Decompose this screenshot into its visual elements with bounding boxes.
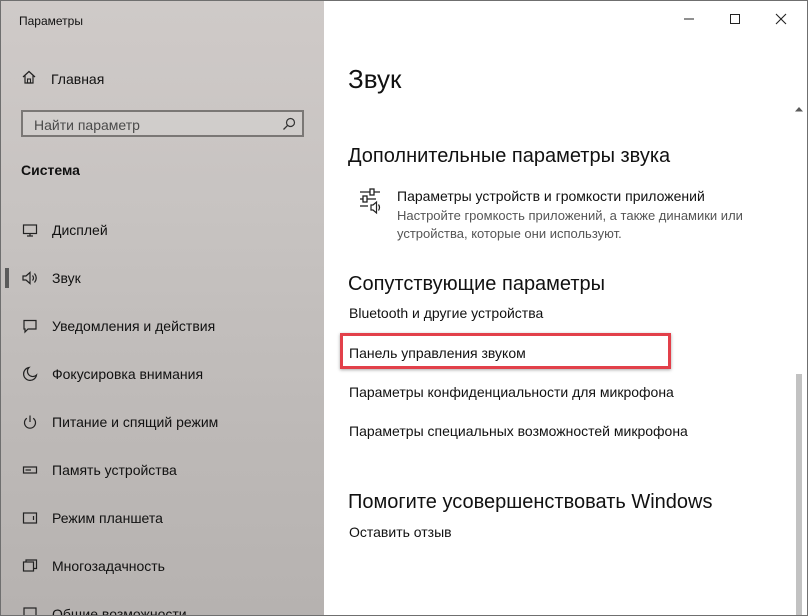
close-button[interactable]	[758, 7, 804, 35]
sidebar-item-sound[interactable]: Звук	[1, 260, 324, 296]
sidebar-item-label: Дисплей	[52, 222, 108, 238]
search-placeholder: Найти параметр	[34, 117, 140, 133]
multitask-icon	[21, 557, 39, 575]
moon-icon	[21, 365, 39, 383]
link-feedback[interactable]: Оставить отзыв	[349, 524, 452, 540]
sidebar-item-label: Фокусировка внимания	[52, 366, 204, 382]
home-icon	[21, 69, 37, 90]
sliders-speaker-icon	[358, 188, 384, 221]
power-icon	[21, 413, 39, 431]
chevron-up-icon	[795, 99, 803, 117]
link-microphone-accessibility[interactable]: Параметры специальных возможностей микро…	[349, 423, 688, 439]
sidebar-home[interactable]: Главная	[21, 69, 104, 89]
sidebar-home-label: Главная	[51, 71, 105, 87]
sidebar-item-tablet[interactable]: Режим планшета	[1, 500, 324, 536]
app-volume-setting[interactable]: Параметры устройств и громкости приложен…	[358, 186, 778, 246]
settings-window: Параметры Главная Найти параметр Система…	[0, 0, 808, 616]
speaker-icon	[21, 269, 39, 287]
sidebar-item-label: Питание и спящий режим	[52, 414, 219, 430]
maximize-button[interactable]	[712, 7, 758, 35]
minimize-button[interactable]	[666, 7, 712, 35]
sidebar-item-multitasking[interactable]: Многозадачность	[1, 548, 324, 584]
monitor-icon	[21, 221, 39, 239]
scroll-up-button[interactable]	[794, 103, 804, 113]
sidebar-item-label: Звук	[52, 270, 81, 286]
sidebar-item-label: Память устройства	[52, 462, 177, 478]
close-icon	[775, 12, 787, 30]
minimize-icon	[683, 12, 695, 30]
related-settings-heading: Сопутствующие параметры	[348, 273, 606, 295]
main-content: Звук Дополнительные параметры звука Пара…	[324, 1, 807, 615]
highlight-box	[340, 333, 671, 369]
sidebar-item-storage[interactable]: Память устройства	[1, 452, 324, 488]
sidebar-item-notifications[interactable]: Уведомления и действия	[1, 308, 324, 344]
advanced-sound-heading: Дополнительные параметры звука	[348, 145, 671, 167]
sidebar-item-label: Общие возможности	[52, 606, 187, 616]
scrollbar-thumb[interactable]	[796, 374, 802, 615]
search-input[interactable]: Найти параметр	[21, 110, 304, 137]
sidebar-item-label: Многозадачность	[52, 558, 165, 574]
sidebar-item-label: Режим планшета	[52, 510, 163, 526]
app-volume-description: Настройте громкость приложений, а также …	[397, 208, 743, 241]
improve-windows-heading: Помогите усовершенствовать Windows	[348, 491, 713, 513]
tablet-icon	[21, 509, 39, 527]
sidebar-item-shared[interactable]: Общие возможности	[1, 596, 324, 616]
search-icon[interactable]	[281, 116, 297, 137]
sidebar-item-label: Уведомления и действия	[52, 318, 216, 334]
page-title: Звук	[348, 64, 402, 94]
shared-icon	[21, 605, 39, 615]
sidebar-item-focus[interactable]: Фокусировка внимания	[1, 356, 324, 392]
link-bluetooth[interactable]: Bluetooth и другие устройства	[349, 305, 543, 321]
maximize-icon	[729, 12, 741, 30]
notification-icon	[21, 317, 39, 335]
window-title: Параметры	[19, 14, 83, 28]
sidebar-item-display[interactable]: Дисплей	[1, 212, 324, 248]
link-microphone-privacy[interactable]: Параметры конфиденциальности для микрофо…	[349, 384, 674, 400]
sidebar-section-title: Система	[21, 162, 80, 178]
storage-icon	[21, 461, 39, 479]
sidebar-item-power[interactable]: Питание и спящий режим	[1, 404, 324, 440]
app-volume-title: Параметры устройств и громкости приложен…	[397, 188, 705, 204]
sidebar: Параметры Главная Найти параметр Система…	[1, 1, 324, 615]
